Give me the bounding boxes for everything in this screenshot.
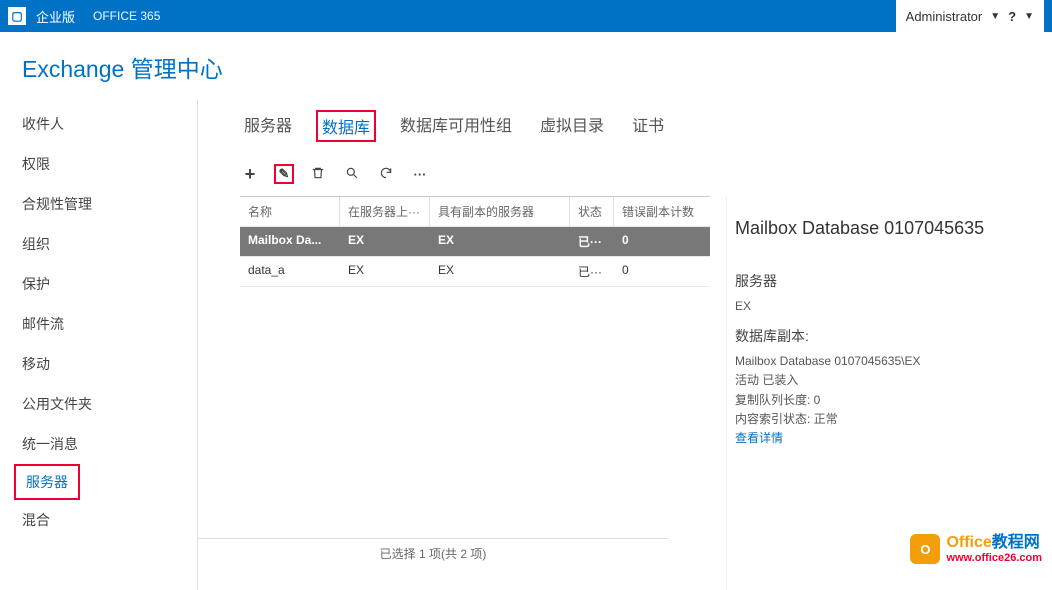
sidebar-item-protection[interactable]: 保护 <box>0 264 197 304</box>
add-button[interactable]: + <box>240 164 260 184</box>
tab-servers[interactable]: 服务器 <box>240 110 296 142</box>
tab-databases[interactable]: 数据库 <box>316 110 376 142</box>
more-button[interactable]: ··· <box>410 164 430 184</box>
details-title: Mailbox Database 0107045635 <box>735 218 1036 239</box>
sidebar-item-recipients[interactable]: 收件人 <box>0 104 197 144</box>
index-status: 内容索引状态: 正常 <box>735 410 1036 429</box>
brand-label: 企业版 <box>36 7 75 26</box>
watermark-url: www.office26.com <box>946 552 1042 564</box>
selection-footer: 已选择 1 项(共 2 项) <box>198 538 668 562</box>
office-logo-icon: ▢ <box>8 7 26 25</box>
product-label: OFFICE 365 <box>93 9 160 23</box>
edit-button[interactable]: ✎ <box>274 164 294 184</box>
th-copyserver[interactable]: 具有副本的服务器 <box>430 197 570 226</box>
sidebar-item-organization[interactable]: 组织 <box>0 224 197 264</box>
watermark: O Office教程网 www.office26.com <box>910 534 1042 564</box>
tab-certs[interactable]: 证书 <box>628 110 668 142</box>
plus-icon: + <box>245 164 256 185</box>
help-icon[interactable]: ? <box>1008 9 1016 24</box>
server-value: EX <box>735 297 1036 316</box>
copies-label: 数据库副本: <box>735 326 1036 346</box>
admin-name: Administrator <box>906 9 983 24</box>
table-header: 名称 在服务器上··· 具有副本的服务器 状态 错误副本计数 <box>240 197 710 227</box>
caret-down-icon: ▼ <box>990 11 1000 22</box>
trash-icon <box>311 166 325 183</box>
watermark-icon: O <box>910 534 940 564</box>
th-status[interactable]: 状态 <box>570 197 614 226</box>
details-panel: Mailbox Database 0107045635 服务器 EX 数据库副本… <box>726 196 1052 590</box>
activity-status: 活动 已装入 <box>735 371 1036 390</box>
th-errorcount[interactable]: 错误副本计数 <box>614 197 704 226</box>
caret-down-icon: ▼ <box>1024 11 1034 22</box>
sidebar-item-servers[interactable]: 服务器 <box>14 464 80 500</box>
toolbar: + ✎ ··· <box>240 156 1052 196</box>
table-row[interactable]: Mailbox Da... EX EX 已··· 0 <box>240 227 710 257</box>
queue-length: 复制队列长度: 0 <box>735 391 1036 410</box>
pencil-icon: ✎ <box>279 166 290 182</box>
ellipsis-icon: ··· <box>414 167 427 182</box>
sidebar-item-hybrid[interactable]: 混合 <box>0 500 197 540</box>
search-button[interactable] <box>342 164 362 184</box>
top-bar: ▢ 企业版 OFFICE 365 Administrator ▼ ? ▼ <box>0 0 1052 32</box>
table-row[interactable]: data_a EX EX 已··· 0 <box>240 257 710 287</box>
search-icon <box>345 166 359 183</box>
sidebar-item-permissions[interactable]: 权限 <box>0 144 197 184</box>
page-title: Exchange 管理中心 <box>0 32 1052 100</box>
th-onserver[interactable]: 在服务器上··· <box>340 197 430 226</box>
sidebar-item-mobile[interactable]: 移动 <box>0 344 197 384</box>
sidebar-item-mailflow[interactable]: 邮件流 <box>0 304 197 344</box>
sidebar: 收件人 权限 合规性管理 组织 保护 邮件流 移动 公用文件夹 统一消息 服务器… <box>0 100 198 590</box>
delete-button[interactable] <box>308 164 328 184</box>
refresh-icon <box>379 166 393 183</box>
copy-path: Mailbox Database 0107045635\EX <box>735 352 1036 371</box>
th-name[interactable]: 名称 <box>240 197 340 226</box>
data-table: 名称 在服务器上··· 具有副本的服务器 状态 错误副本计数 Mailbox D… <box>240 196 710 590</box>
tabs: 服务器 数据库 数据库可用性组 虚拟目录 证书 <box>240 100 1052 156</box>
sidebar-item-compliance[interactable]: 合规性管理 <box>0 184 197 224</box>
tab-dag[interactable]: 数据库可用性组 <box>396 110 516 142</box>
main-content: 服务器 数据库 数据库可用性组 虚拟目录 证书 + ✎ <box>198 100 1052 590</box>
sidebar-item-unifiedmessaging[interactable]: 统一消息 <box>0 424 197 464</box>
refresh-button[interactable] <box>376 164 396 184</box>
sidebar-item-publicfolders[interactable]: 公用文件夹 <box>0 384 197 424</box>
view-details-link[interactable]: 查看详情 <box>735 431 783 445</box>
tab-virtualdirs[interactable]: 虚拟目录 <box>536 110 608 142</box>
admin-menu[interactable]: Administrator ▼ ? ▼ <box>896 0 1044 32</box>
server-label: 服务器 <box>735 271 1036 291</box>
